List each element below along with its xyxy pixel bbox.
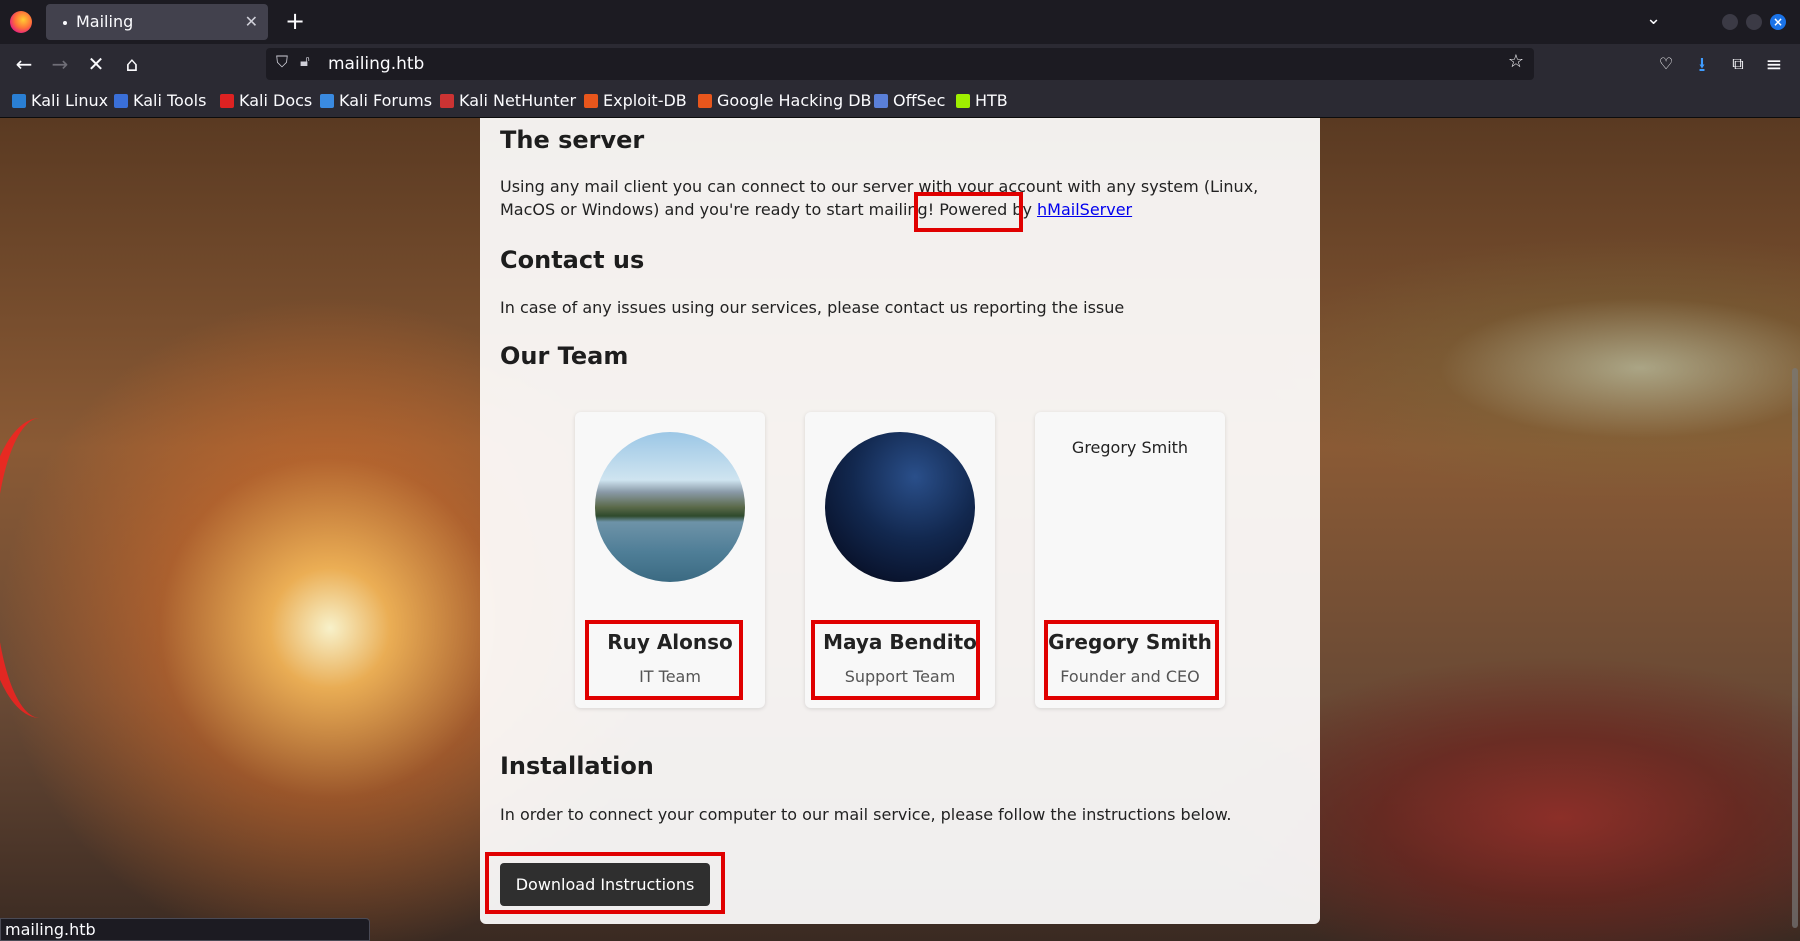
contact-heading: Contact us	[500, 246, 645, 274]
exploit-db-icon	[584, 94, 598, 108]
server-heading: The server	[500, 126, 645, 154]
broken-image-alt: Gregory Smith	[1071, 438, 1189, 457]
team-heading: Our Team	[500, 342, 629, 370]
chevron-down-icon[interactable]: ⌄	[1646, 8, 1661, 29]
downloads-icon[interactable]: ⭳	[1688, 50, 1716, 78]
nethunter-icon	[440, 94, 454, 108]
pocket-icon[interactable]: ♡	[1652, 50, 1680, 78]
bookmark-kali-docs[interactable]: Kali Docs	[220, 84, 312, 118]
tab-loading-icon	[63, 21, 67, 25]
tab-bar: Mailing ✕ + ⌄ ×	[0, 0, 1800, 44]
highlight-box	[811, 620, 980, 700]
kali-forums-icon	[320, 94, 334, 108]
hmailserver-link[interactable]: hMailServer	[1037, 200, 1132, 219]
bookmark-kali-nethunter[interactable]: Kali NetHunter	[440, 84, 576, 118]
avatar	[825, 432, 975, 582]
close-tab-icon[interactable]: ✕	[245, 4, 258, 40]
bookmark-kali-tools[interactable]: Kali Tools	[114, 84, 206, 118]
address-bar[interactable]: ⛉ 🔓︎ mailing.htb ☆	[266, 48, 1534, 80]
tab-mailing[interactable]: Mailing ✕	[46, 4, 268, 40]
bookmark-kali-forums[interactable]: Kali Forums	[320, 84, 432, 118]
url-text[interactable]: mailing.htb	[328, 48, 424, 80]
bookmark-exploit-db[interactable]: Exploit-DB	[584, 84, 687, 118]
bookmark-htb[interactable]: HTB	[956, 84, 1008, 118]
avatar	[595, 432, 745, 582]
forward-icon[interactable]: →	[46, 50, 74, 78]
extensions-icon[interactable]: ⧉	[1724, 50, 1752, 78]
highlight-box	[914, 192, 1023, 232]
kali-docs-icon	[220, 94, 234, 108]
kali-tools-icon	[114, 94, 128, 108]
bookmark-star-icon[interactable]: ☆	[1508, 51, 1524, 72]
highlight-box	[1044, 620, 1219, 700]
menu-icon[interactable]: ≡	[1760, 50, 1788, 78]
stop-icon[interactable]: ✕	[82, 50, 110, 78]
bookmark-offsec[interactable]: OffSec	[874, 84, 945, 118]
offsec-icon	[874, 94, 888, 108]
bookmark-google-hacking-db[interactable]: Google Hacking DB	[698, 84, 872, 118]
highlight-box	[585, 620, 743, 700]
navigation-toolbar: ← → ✕ ⌂ ⛉ 🔓︎ mailing.htb ☆ ♡ ⭳ ⧉ ≡	[0, 44, 1800, 84]
installation-heading: Installation	[500, 752, 654, 780]
htb-icon	[956, 94, 970, 108]
kali-icon	[12, 94, 26, 108]
window-close-button[interactable]: ×	[1770, 14, 1786, 30]
maximize-button[interactable]	[1746, 14, 1762, 30]
ghdb-icon	[698, 94, 712, 108]
lock-icon[interactable]: 🔓︎	[300, 52, 310, 70]
firefox-icon	[10, 11, 32, 33]
bookmarks-toolbar: Kali Linux Kali Tools Kali Docs Kali For…	[0, 84, 1800, 118]
server-text: Using any mail client you can connect to…	[500, 177, 1259, 219]
minimize-button[interactable]	[1722, 14, 1738, 30]
content-panel: The server Using any mail client you can…	[480, 118, 1320, 924]
page-scrollbar[interactable]	[1792, 368, 1798, 928]
highlight-box	[485, 852, 725, 914]
background-photo	[0, 418, 100, 718]
tab-title: Mailing	[76, 12, 134, 31]
home-icon[interactable]: ⌂	[118, 50, 146, 78]
page-viewport: The server Using any mail client you can…	[0, 118, 1800, 941]
bookmark-kali-linux[interactable]: Kali Linux	[12, 84, 108, 118]
contact-text: In case of any issues using our services…	[500, 298, 1125, 317]
new-tab-button[interactable]: +	[280, 6, 310, 36]
shield-icon[interactable]: ⛉	[276, 52, 288, 72]
installation-text: In order to connect your computer to our…	[500, 805, 1232, 824]
status-bar: mailing.htb	[0, 918, 370, 941]
back-icon[interactable]: ←	[10, 50, 38, 78]
